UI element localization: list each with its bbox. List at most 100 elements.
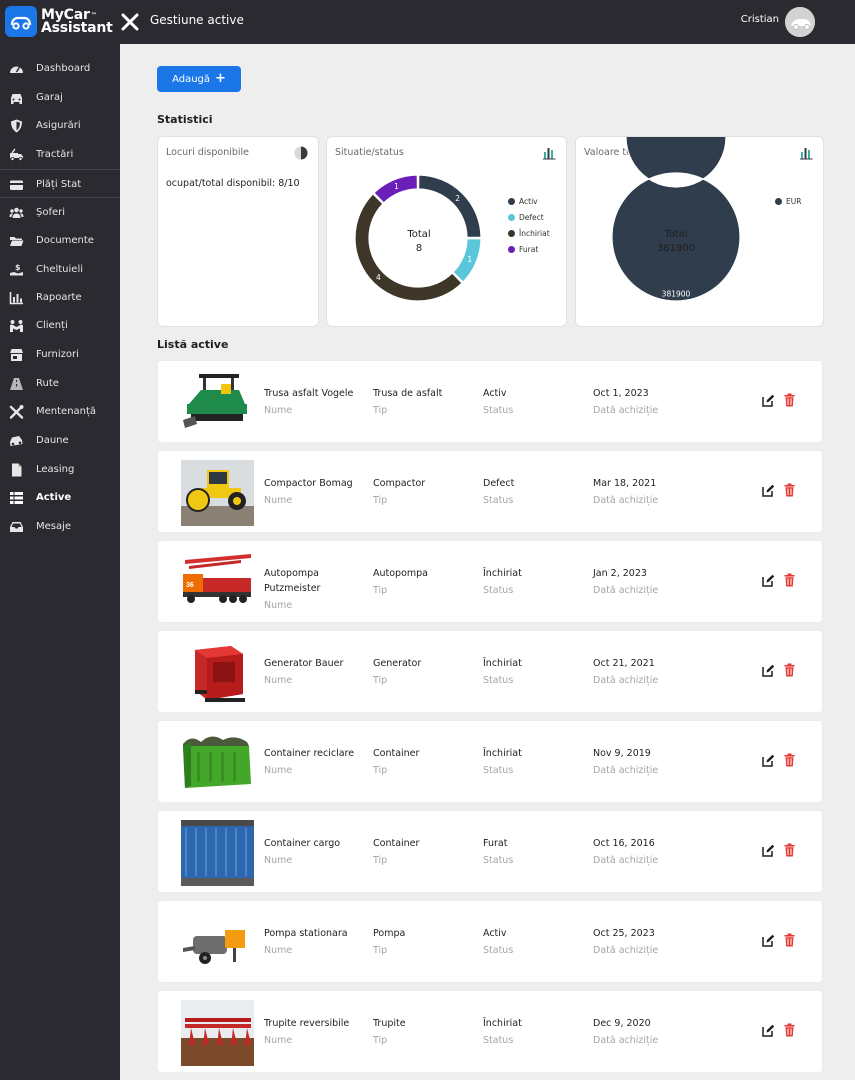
delete-icon[interactable]	[784, 393, 795, 407]
edit-icon[interactable]	[762, 934, 775, 947]
edit-icon[interactable]	[762, 1024, 775, 1037]
asset-date-label: Dată achiziție	[593, 765, 659, 776]
asset-type-label: Tip	[373, 495, 388, 506]
legend-item[interactable]: Activ	[508, 193, 550, 209]
asset-date-label: Dată achiziție	[593, 855, 659, 866]
asset-type-label: Tip	[373, 1035, 388, 1046]
delete-icon[interactable]	[784, 663, 795, 677]
asset-row[interactable]: Compactor Bomag Nume Compactor Tip Defec…	[157, 450, 823, 533]
asset-type-col: Container Tip	[373, 836, 419, 866]
sidebar-item-label: Mesaje	[36, 521, 72, 532]
folder-icon	[10, 237, 24, 246]
top-bar: MyCar™ Assistant Gestiune active Cristia…	[0, 0, 855, 44]
edit-icon[interactable]	[762, 754, 775, 767]
asset-name-col: Compactor Bomag Nume	[264, 476, 364, 506]
asset-row[interactable]: Pompa stationara Nume Pompa Tip Activ St…	[157, 900, 823, 983]
asset-type-label: Tip	[373, 405, 388, 416]
asset-image	[181, 910, 254, 976]
sidebar-item-plati-stat[interactable]: Plăți Stat	[0, 171, 120, 199]
car-crash-icon	[10, 436, 23, 446]
sidebar-item-clienti[interactable]: Clienți	[0, 312, 120, 340]
asset-status-col: Activ Status	[483, 926, 513, 956]
legend-item[interactable]: Defect	[508, 209, 550, 225]
legend-item[interactable]: EUR	[775, 193, 801, 209]
pie-icon[interactable]	[294, 146, 308, 160]
handshake-icon	[10, 320, 23, 332]
edit-icon[interactable]	[762, 574, 775, 587]
shield-icon	[11, 119, 22, 133]
donut-data-label: 2	[455, 194, 460, 203]
sidebar-item-documente[interactable]: Documente	[0, 227, 120, 255]
list-icon	[10, 492, 23, 504]
add-button[interactable]: Adaugă +	[157, 66, 241, 92]
close-icon[interactable]	[120, 11, 140, 33]
legend-item[interactable]: Furat	[508, 241, 550, 257]
sidebar-item-label: Active	[36, 492, 72, 503]
asset-status-col: Închiriat Status	[483, 566, 522, 596]
sidebar-item-active[interactable]: Active	[0, 484, 120, 512]
delete-icon[interactable]	[784, 483, 795, 497]
asset-status-col: Furat Status	[483, 836, 513, 866]
asset-status-col: Închiriat Status	[483, 656, 522, 686]
edit-icon[interactable]	[762, 394, 775, 407]
sidebar-item-daune[interactable]: Daune	[0, 427, 120, 455]
logo-trademark: ™	[90, 11, 97, 19]
sidebar-item-label: Cheltuieli	[36, 264, 83, 275]
sidebar-item-mentenanta[interactable]: Mentenanță	[0, 398, 120, 426]
asset-image	[181, 640, 254, 706]
delete-icon[interactable]	[784, 843, 795, 857]
asset-row[interactable]: Trusa asfalt Vogele Nume Trusa de asfalt…	[157, 360, 823, 443]
sidebar-item-garaj[interactable]: Garaj	[0, 84, 120, 112]
sidebar-item-label: Asigurări	[36, 120, 81, 131]
legend-item[interactable]: Închiriat	[508, 225, 550, 241]
bar-chart-icon	[9, 292, 23, 305]
sidebar-item-label: Daune	[36, 435, 69, 446]
sidebar-item-leasing[interactable]: Leasing	[0, 456, 120, 484]
edit-icon[interactable]	[762, 484, 775, 497]
user-name[interactable]: Cristian	[741, 14, 779, 25]
sidebar-item-soferi[interactable]: Șoferi	[0, 199, 120, 227]
sidebar-item-rapoarte[interactable]: Rapoarte	[0, 284, 120, 312]
delete-icon[interactable]	[784, 753, 795, 767]
sidebar-item-asigurari[interactable]: Asigurări	[0, 112, 120, 140]
asset-row[interactable]: Container cargo Nume Container Tip Furat…	[157, 810, 823, 893]
sidebar-item-rute[interactable]: Rute	[0, 370, 120, 398]
asset-list-title: Listă active	[157, 338, 229, 351]
sidebar-item-dashboard[interactable]: Dashboard	[0, 55, 120, 83]
delete-icon[interactable]	[784, 1023, 795, 1037]
asset-status-col: Închiriat Status	[483, 746, 522, 776]
road-icon	[10, 378, 23, 390]
donut-data-label: 4	[376, 273, 381, 282]
asset-date: Oct 1, 2023	[593, 388, 649, 399]
asset-name: Compactor Bomag	[264, 478, 353, 489]
asset-status-col: Activ Status	[483, 386, 513, 416]
asset-name-label: Nume	[264, 495, 293, 506]
donut-data-label: 1	[394, 182, 399, 191]
donut-slice-eur[interactable]	[611, 137, 741, 302]
edit-icon[interactable]	[762, 844, 775, 857]
asset-name-col: Generator Bauer Nume	[264, 656, 364, 686]
edit-icon[interactable]	[762, 664, 775, 677]
delete-icon[interactable]	[784, 573, 795, 587]
sidebar-item-label: Furnizori	[36, 349, 79, 360]
asset-name-label: Nume	[264, 855, 293, 866]
asset-row[interactable]: 36 Autopompa Putzmeister Nume Autopompa …	[157, 540, 823, 623]
asset-row[interactable]: Trupite reversibile Nume Trupite Tip Înc…	[157, 990, 823, 1073]
sidebar-item-furnizori[interactable]: Furnizori	[0, 341, 120, 369]
sidebar-item-tractari[interactable]: Tractări	[0, 141, 120, 169]
donut-center-value: 8	[415, 243, 423, 254]
legend-dot	[508, 245, 515, 253]
asset-status: Activ	[483, 928, 507, 939]
sidebar-item-cheltuieli[interactable]: $ Cheltuieli	[0, 256, 120, 284]
avatar[interactable]	[785, 7, 815, 37]
tow-truck-icon	[10, 148, 23, 161]
app-logo[interactable]: MyCar™ Assistant	[5, 6, 113, 37]
asset-row[interactable]: Container reciclare Nume Container Tip Î…	[157, 720, 823, 803]
asset-row[interactable]: Generator Bauer Nume Generator Tip Închi…	[157, 630, 823, 713]
sidebar-item-mesaje[interactable]: Mesaje	[0, 513, 120, 541]
asset-type-col: Compactor Tip	[373, 476, 425, 506]
asset-type-label: Tip	[373, 945, 388, 956]
delete-icon[interactable]	[784, 933, 795, 947]
asset-date-col: Jan 2, 2023 Dată achiziție	[593, 566, 658, 596]
asset-name: Pompa stationara	[264, 928, 348, 939]
